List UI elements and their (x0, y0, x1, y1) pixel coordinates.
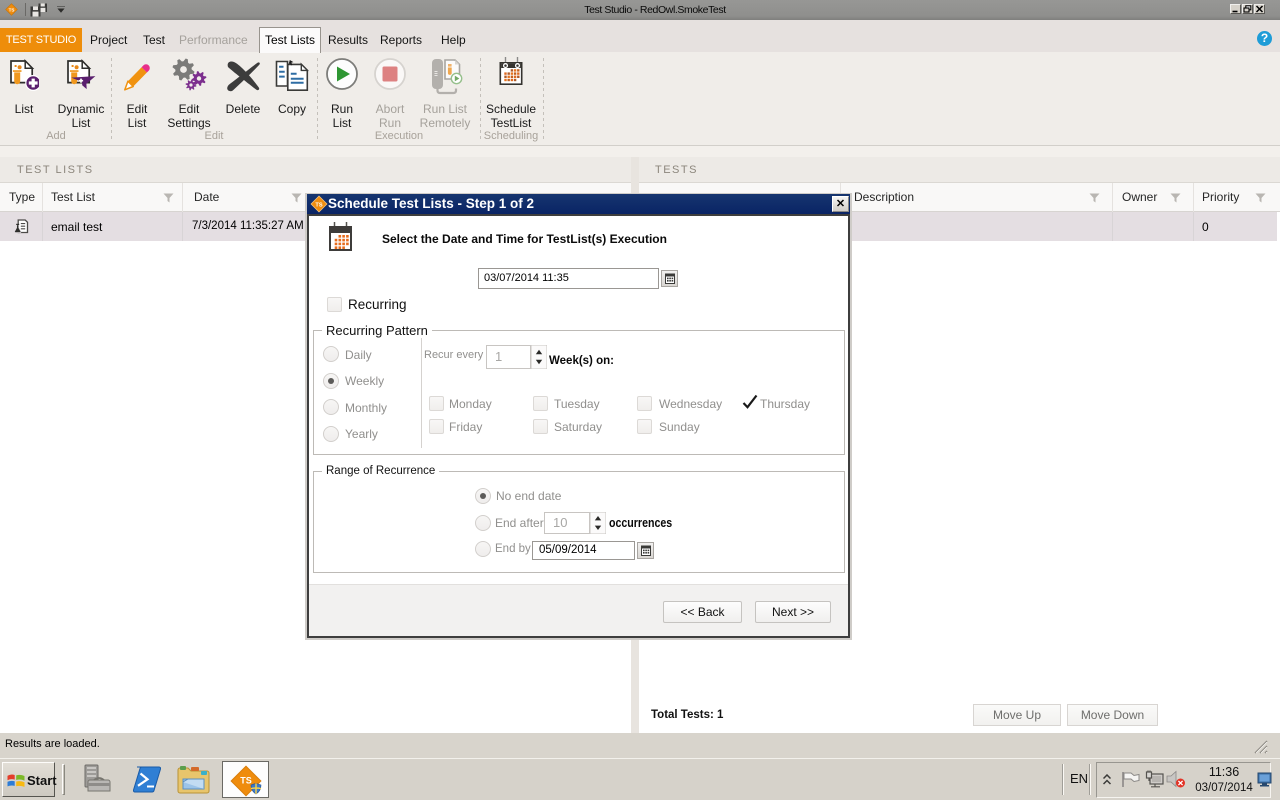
svg-text:TS: TS (9, 8, 15, 13)
svg-text:TS: TS (315, 202, 322, 208)
svg-text:TS: TS (240, 776, 252, 786)
